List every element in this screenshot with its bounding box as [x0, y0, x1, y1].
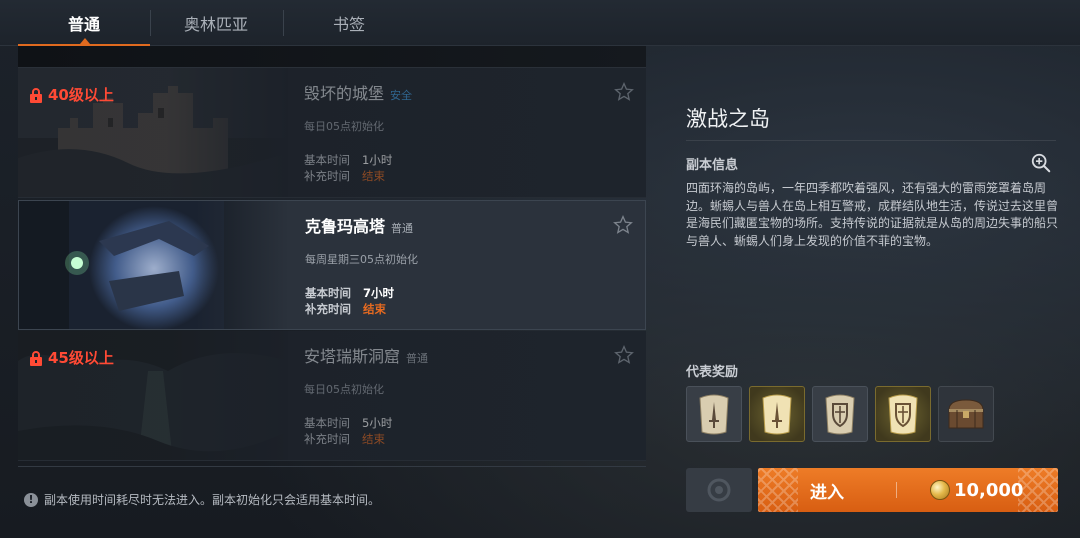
dungeon-reset-text: 每日05点初始化: [304, 383, 384, 396]
detail-divider: [686, 140, 1056, 141]
reward-item[interactable]: [686, 386, 742, 442]
base-time-label: 基本时间: [304, 416, 350, 430]
dungeon-title: 克鲁玛高塔: [305, 217, 386, 236]
enter-button[interactable]: 进入 10,000: [758, 468, 1058, 512]
reward-item[interactable]: [938, 386, 994, 442]
enter-cost: 10,000: [954, 479, 1024, 501]
base-time-row: 基本时间 7小时: [305, 285, 394, 301]
auto-swirl-icon: [707, 478, 731, 502]
zoom-in-icon[interactable]: [1030, 152, 1052, 174]
enter-button-label: 进入: [810, 482, 844, 503]
dungeon-title: 毁坏的城堡: [304, 84, 385, 103]
shield-scroll-icon: [825, 394, 855, 435]
enter-button-separator: [896, 482, 897, 498]
extra-time-row: 补充时间 结束: [304, 431, 385, 447]
button-pattern: [1018, 468, 1058, 512]
lock-level-label: 40级以上: [48, 86, 114, 104]
bookmark-star-icon[interactable]: [614, 82, 634, 102]
base-time-row: 基本时间 1小时: [304, 152, 392, 168]
extra-time-label: 补充时间: [304, 432, 350, 446]
extra-time-label: 补充时间: [304, 169, 350, 183]
dungeon-info: 安塔瑞斯洞窟 普通 每日05点初始化 基本时间 5小时 补充时间 结束: [304, 331, 604, 460]
extra-time-label: 补充时间: [305, 302, 351, 316]
lock-icon: [30, 87, 42, 103]
dungeon-tag: 安全: [390, 89, 413, 102]
dungeon-reset-text: 每周星期三05点初始化: [305, 253, 418, 266]
extra-time-value: 结束: [362, 169, 385, 183]
tab-bookmark[interactable]: 书签: [283, 0, 415, 46]
dungeon-title-wrap: 克鲁玛高塔 普通: [305, 213, 413, 237]
base-time-row: 基本时间 5小时: [304, 415, 392, 431]
dungeon-title-wrap: 安塔瑞斯洞窟 普通: [304, 343, 428, 367]
dungeon-list[interactable]: 40级以上 毁坏的城堡安全 每日05点初始化 基本时间1小时 补充时间结束: [18, 46, 646, 466]
dungeon-info-text: 四面环海的岛屿，一年四季都吹着强风，还有强大的雷雨笼罩着岛周边。蜥蜴人与兽人在岛…: [686, 181, 1059, 248]
bookmark-star-icon[interactable]: [613, 215, 633, 235]
level-lock-badge: 45级以上: [28, 347, 114, 368]
auto-button[interactable]: [686, 468, 752, 512]
extra-time-value: 结束: [363, 302, 386, 316]
dungeon-title-wrap: 毁坏的城堡 安全: [304, 80, 412, 104]
dungeon-info-heading: 副本信息: [686, 158, 739, 173]
lock-level-label: 45级以上: [48, 349, 114, 367]
list-divider: [18, 466, 646, 467]
bookmark-star-icon[interactable]: [614, 345, 634, 365]
dungeon-tag: 普通: [406, 352, 429, 365]
tab-bar: 普通 奥林匹亚 书签: [0, 0, 1080, 46]
usage-notice: ! 副本使用时间耗尽时无法进入。副本初始化只会适用基本时间。: [24, 491, 380, 508]
tab-olympiad[interactable]: 奥林匹亚: [150, 0, 282, 46]
dungeon-info: 克鲁玛高塔 普通 每周星期三05点初始化 基本时间 7小时 补充时间 结束: [305, 201, 605, 329]
base-time-label: 基本时间: [304, 153, 350, 167]
list-item-partial: [18, 46, 646, 68]
button-pattern: [758, 468, 798, 512]
dungeon-row-castle[interactable]: 40级以上 毁坏的城堡 安全 每日05点初始化 基本时间 1小时 补充时间 结束: [18, 68, 646, 198]
base-time-value: 1小时: [362, 153, 393, 167]
warning-icon: !: [24, 492, 38, 507]
adena-coin-icon: [930, 480, 950, 500]
dungeon-info: 毁坏的城堡 安全 每日05点初始化 基本时间 1小时 补充时间 结束: [304, 68, 604, 197]
dungeon-reset-text: 每日05点初始化: [304, 120, 384, 133]
base-time-value: 5小时: [362, 416, 393, 430]
base-time-label: 基本时间: [305, 286, 351, 300]
extra-time-value: 结束: [362, 432, 385, 446]
dungeon-row-cave[interactable]: 45级以上 安塔瑞斯洞窟 普通 每日05点初始化 基本时间 5小时 补充时间 结束: [18, 331, 646, 461]
reward-item[interactable]: [812, 386, 868, 442]
reward-item[interactable]: [749, 386, 805, 442]
extra-time-row: 补充时间 结束: [304, 168, 385, 184]
dungeon-thumbnail: [19, 201, 289, 329]
lock-icon: [30, 350, 42, 366]
extra-time-row: 补充时间 结束: [305, 301, 386, 317]
dungeon-detail-title: 激战之岛: [686, 107, 770, 131]
usage-notice-text: 副本使用时间耗尽时无法进入。副本初始化只会适用基本时间。: [44, 493, 381, 507]
sword-scroll-icon: [699, 394, 729, 435]
level-lock-badge: 40级以上: [28, 84, 114, 105]
base-time-value: 7小时: [363, 286, 395, 300]
reward-heading: 代表奖励: [686, 365, 739, 380]
sword-scroll-icon: [762, 394, 792, 435]
shield-scroll-icon: [888, 394, 918, 435]
dungeon-title: 安塔瑞斯洞窟: [304, 347, 401, 366]
dungeon-row-tower[interactable]: 克鲁玛高塔 普通 每周星期三05点初始化 基本时间 7小时 补充时间 结束: [18, 200, 646, 330]
reward-item[interactable]: [875, 386, 931, 442]
treasure-chest-icon: [948, 399, 984, 429]
tab-caret-icon: [80, 38, 90, 44]
dungeon-tag: 普通: [391, 222, 414, 235]
